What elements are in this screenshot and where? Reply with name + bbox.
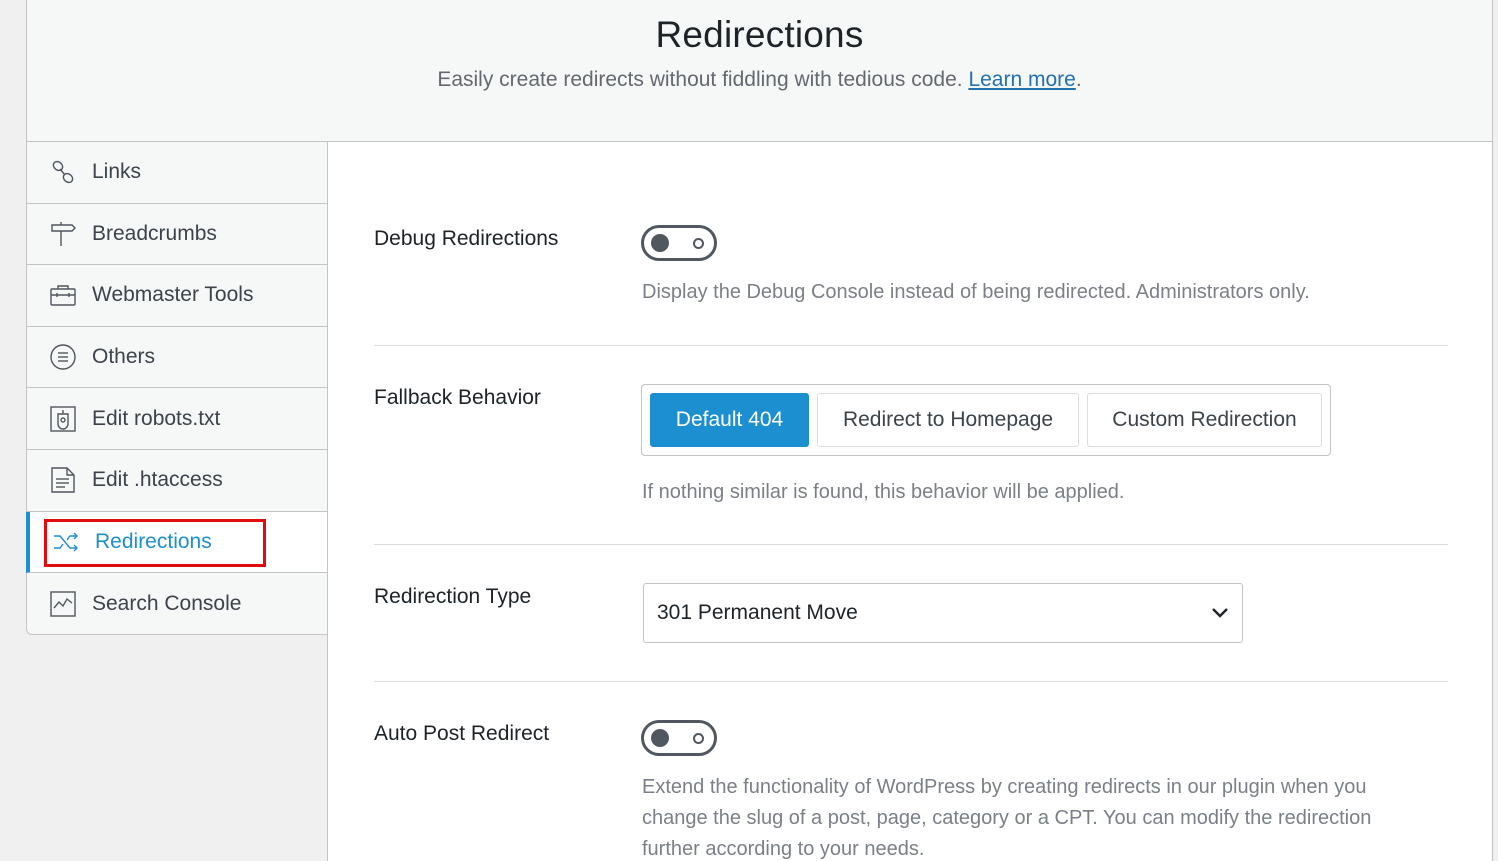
fallback-custom-redirection-button[interactable]: Custom Redirection <box>1087 393 1322 447</box>
fallback-behavior-options: Default 404 Redirect to Homepage Custom … <box>641 384 1331 456</box>
sidebar-item-links[interactable]: Links <box>27 142 327 204</box>
learn-more-link[interactable]: Learn more <box>968 68 1075 91</box>
subtitle-text: Easily create redirects without fiddling… <box>437 68 963 91</box>
auto-post-redirect-description: Extend the functionality of WordPress by… <box>642 772 1442 861</box>
description-line: Extend the functionality of WordPress by… <box>642 776 1367 798</box>
redirection-type-select[interactable]: 301 Permanent Move <box>643 583 1243 643</box>
sidebar-item-label: Links <box>92 160 142 184</box>
debug-redirections-description: Display the Debug Console instead of bei… <box>642 281 1310 303</box>
settings-frame: Redirections Easily create redirects wit… <box>26 0 1498 861</box>
list-circle-icon <box>49 343 77 371</box>
link-icon <box>49 158 77 186</box>
divider <box>374 544 1448 545</box>
sidebar-item-label: Edit robots.txt <box>92 406 221 430</box>
toggle-knob <box>651 234 669 252</box>
sidebar-item-others[interactable]: Others <box>27 327 327 389</box>
sidebar-item-label: Webmaster Tools <box>92 283 254 307</box>
fallback-redirect-homepage-button[interactable]: Redirect to Homepage <box>817 393 1079 447</box>
debug-redirections-label: Debug Redirections <box>374 227 559 250</box>
sidebar-item-webmaster-tools[interactable]: Webmaster Tools <box>27 265 327 327</box>
redirection-type-value: 301 Permanent Move <box>657 601 858 624</box>
sidebar-item-label: Search Console <box>92 591 242 615</box>
page-subtitle: Easily create redirects without fiddling… <box>27 68 1492 92</box>
sidebar-item-edit-htaccess[interactable]: Edit .htaccess <box>27 450 327 512</box>
page-title: Redirections <box>655 14 864 55</box>
robot-file-icon <box>49 405 77 433</box>
toggle-off-indicator <box>693 238 704 249</box>
sidebar-item-label: Edit .htaccess <box>92 468 223 492</box>
fallback-behavior-label: Fallback Behavior <box>374 386 541 409</box>
divider <box>374 345 1448 346</box>
page-header: Redirections Easily create redirects wit… <box>26 0 1493 142</box>
sidebar-item-search-console[interactable]: Search Console <box>27 573 327 635</box>
description-line: further according to your needs. <box>642 838 925 860</box>
sidebar-item-label: Others <box>92 345 156 369</box>
subtitle-period: . <box>1075 68 1082 91</box>
debug-redirections-toggle[interactable] <box>641 225 717 261</box>
toggle-knob <box>651 729 669 747</box>
sidebar-item-label: Redirections <box>95 529 212 553</box>
sidebar-item-breadcrumbs[interactable]: Breadcrumbs <box>27 204 327 266</box>
redirection-type-label: Redirection Type <box>374 585 532 608</box>
divider <box>374 681 1448 682</box>
chevron-down-icon <box>1212 608 1228 618</box>
description-line: change the slug of a post, page, categor… <box>642 807 1372 829</box>
auto-post-redirect-toggle[interactable] <box>641 720 717 756</box>
chart-line-icon <box>49 590 77 618</box>
toggle-off-indicator <box>693 733 704 744</box>
toolbox-icon <box>49 281 77 309</box>
settings-panel: Debug Redirections Display the Debug Con… <box>327 142 1493 861</box>
sidebar-item-label: Breadcrumbs <box>92 221 217 245</box>
fallback-default-404-button[interactable]: Default 404 <box>650 393 809 447</box>
settings-sidebar: Links Breadcrumbs Webmaster Tools Others… <box>26 142 327 635</box>
auto-post-redirect-label: Auto Post Redirect <box>374 722 550 745</box>
sidebar-item-edit-robots[interactable]: Edit robots.txt <box>27 388 327 450</box>
sidebar-item-redirections[interactable]: Redirections <box>26 511 327 574</box>
signpost-icon <box>49 220 77 248</box>
file-text-icon <box>49 466 77 494</box>
fallback-behavior-description: If nothing similar is found, this behavi… <box>642 481 1125 503</box>
shuffle-icon <box>52 528 80 556</box>
